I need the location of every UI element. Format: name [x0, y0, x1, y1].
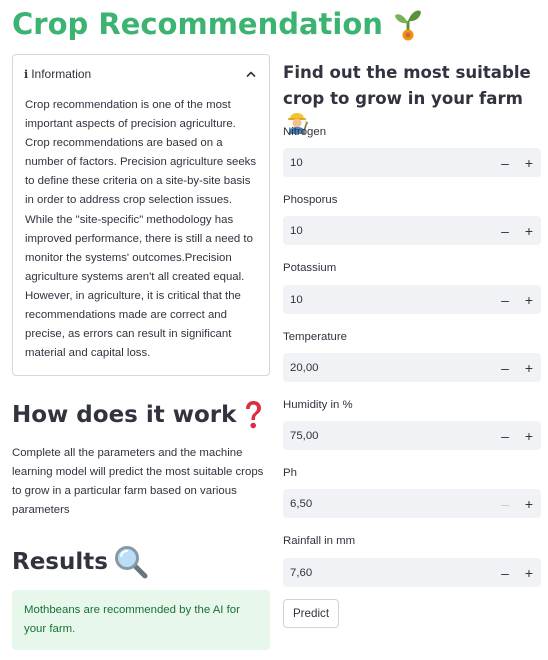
humidity-label: Humidity in % — [283, 399, 353, 411]
results-heading-text: Results — [12, 549, 108, 575]
phosporus-input[interactable]: 10 — [283, 225, 493, 237]
ph-input[interactable]: 6,50 — [283, 498, 493, 510]
ph-decrement-button[interactable]: – — [493, 489, 517, 518]
potassium-decrement-button[interactable]: – — [493, 285, 517, 314]
humidity-number-input: 75,00 – + — [283, 421, 541, 450]
temperature-increment-button[interactable]: + — [517, 353, 541, 382]
nitrogen-number-input: 10 – + — [283, 148, 541, 177]
rainfall-increment-button[interactable]: + — [517, 558, 541, 587]
nitrogen-label: Nitrogen — [283, 126, 327, 138]
page-title-text: Crop Recommendation — [12, 7, 383, 41]
recommendation-alert: Mothbeans are recommended by the AI for … — [12, 590, 270, 650]
potassium-input[interactable]: 10 — [283, 294, 493, 306]
results-heading: Results — [12, 544, 148, 580]
temperature-decrement-button[interactable]: – — [493, 353, 517, 382]
potassium-label: Potassium — [283, 262, 337, 274]
rainfall-decrement-button[interactable]: – — [493, 558, 517, 587]
how-description: Complete all the parameters and the mach… — [12, 447, 264, 517]
humidity-decrement-button[interactable]: – — [493, 421, 517, 450]
temperature-input[interactable]: 20,00 — [283, 362, 493, 374]
ph-number-input: 6,50 – + — [283, 489, 541, 518]
seedling-icon — [394, 10, 421, 41]
info-icon: i — [24, 67, 29, 81]
info-column: i Information Crop recommendation is one… — [12, 54, 270, 377]
phosporus-increment-button[interactable]: + — [517, 216, 541, 245]
chevron-up-icon[interactable] — [245, 68, 257, 80]
predict-button[interactable]: Predict — [283, 599, 339, 628]
red-question-mark-icon — [246, 401, 262, 429]
phosporus-label: Phosporus — [283, 194, 338, 206]
rainfall-number-input: 7,60 – + — [283, 558, 541, 587]
information-text: Crop recommendation is one of the most i… — [25, 99, 257, 360]
how-heading-text: How does it work — [12, 402, 237, 428]
phosporus-number-input: 10 – + — [283, 216, 541, 245]
temperature-number-input: 20,00 – + — [283, 353, 541, 382]
form-heading-text: Find out the most suitable crop to grow … — [283, 63, 531, 108]
information-expander: i Information Crop recommendation is one… — [12, 54, 270, 377]
temperature-label: Temperature — [283, 331, 347, 343]
magnifying-glass-icon — [114, 546, 148, 579]
humidity-increment-button[interactable]: + — [517, 421, 541, 450]
rainfall-label: Rainfall in mm — [283, 535, 356, 547]
nitrogen-increment-button[interactable]: + — [517, 148, 541, 177]
information-expander-label: Information — [31, 67, 92, 81]
humidity-input[interactable]: 75,00 — [283, 430, 493, 442]
rainfall-input[interactable]: 7,60 — [283, 567, 493, 579]
information-expander-header[interactable]: i Information — [13, 55, 269, 93]
potassium-increment-button[interactable]: + — [517, 285, 541, 314]
page-title: Crop Recommendation — [12, 2, 423, 46]
ph-increment-button[interactable]: + — [517, 489, 541, 518]
nitrogen-decrement-button[interactable]: – — [493, 148, 517, 177]
phosporus-decrement-button[interactable]: – — [493, 216, 517, 245]
nitrogen-input[interactable]: 10 — [283, 157, 493, 169]
potassium-number-input: 10 – + — [283, 285, 541, 314]
ph-label: Ph — [283, 467, 297, 479]
how-heading: How does it work — [12, 398, 264, 432]
